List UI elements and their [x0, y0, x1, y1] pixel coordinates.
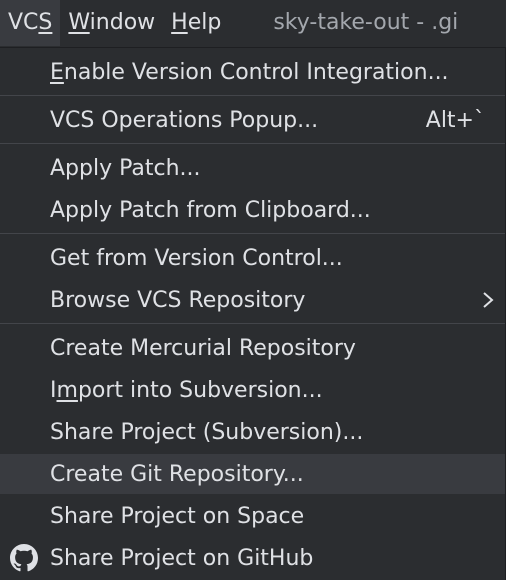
menu-bar: VCS Window Help sky-take-out - .gi — [0, 0, 506, 46]
vcs-dropdown-menu: Enable Version Control Integration... VC… — [0, 47, 506, 580]
menu-separator — [0, 143, 505, 144]
menu-item-enable-vcs[interactable]: Enable Version Control Integration... — [0, 52, 505, 92]
menu-separator — [0, 95, 505, 96]
menu-item-label: Apply Patch... — [50, 155, 201, 181]
chevron-right-icon — [483, 292, 494, 308]
menu-item-share-subversion[interactable]: Share Project (Subversion)... — [0, 412, 505, 452]
menu-item-label: Share Project (Subversion)... — [50, 419, 364, 445]
menu-item-import-subversion[interactable]: Import into Subversion... — [0, 370, 505, 410]
menu-item-label: Apply Patch from Clipboard... — [50, 197, 371, 223]
menu-separator — [0, 323, 505, 324]
menu-item-label: Get from Version Control... — [50, 245, 343, 271]
menu-item-vcs-operations-popup[interactable]: VCS Operations Popup... Alt+` — [0, 100, 505, 140]
window-title: sky-take-out - .gi — [273, 10, 459, 35]
menu-item-label: Create Mercurial Repository — [50, 335, 356, 361]
menu-item-shortcut: Alt+` — [425, 107, 485, 133]
menu-vcs[interactable]: VCS — [0, 0, 61, 46]
menu-separator — [0, 233, 505, 234]
menu-vcs-label: VCS — [8, 10, 53, 35]
menu-item-create-git[interactable]: Create Git Repository... — [0, 454, 505, 494]
menu-item-label: Share Project on Space — [50, 503, 305, 529]
menu-item-label: Enable Version Control Integration... — [50, 59, 449, 85]
menu-window[interactable]: Window — [60, 0, 163, 46]
menu-item-label: Import into Subversion... — [50, 377, 323, 403]
menu-window-label: Window — [68, 10, 156, 35]
menu-item-label: VCS Operations Popup... — [50, 107, 319, 133]
menu-item-create-mercurial[interactable]: Create Mercurial Repository — [0, 328, 505, 368]
menu-item-apply-patch[interactable]: Apply Patch... — [0, 148, 505, 188]
menu-help-label: Help — [171, 10, 222, 35]
menu-item-browse-vcs[interactable]: Browse VCS Repository — [0, 280, 505, 320]
menu-item-label: Share Project on GitHub — [50, 545, 314, 571]
github-icon — [10, 544, 38, 572]
menu-item-label: Browse VCS Repository — [50, 287, 306, 313]
menu-item-label: Create Git Repository... — [50, 461, 304, 487]
menu-item-share-space[interactable]: Share Project on Space — [0, 496, 505, 536]
menu-help[interactable]: Help — [163, 0, 229, 46]
menu-item-share-github[interactable]: Share Project on GitHub — [0, 538, 505, 578]
menu-item-get-from-vc[interactable]: Get from Version Control... — [0, 238, 505, 278]
menu-item-apply-patch-clipboard[interactable]: Apply Patch from Clipboard... — [0, 190, 505, 230]
